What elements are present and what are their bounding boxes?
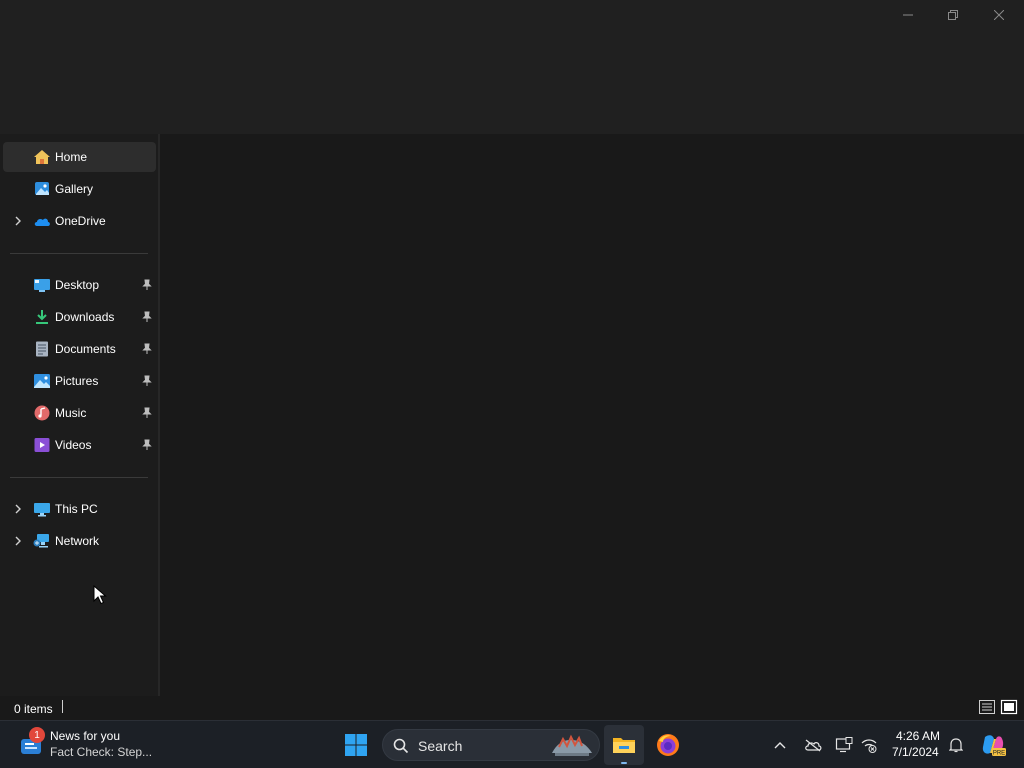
large-icons-view-icon[interactable] [1000, 699, 1018, 715]
news-subtitle: Fact Check: Step... [50, 745, 153, 759]
gallery-icon [35, 182, 49, 195]
sidebar-item-onedrive[interactable]: OneDrive [3, 206, 156, 236]
clock-time: 4:26 AM [896, 729, 941, 743]
file-explorer-icon [613, 738, 635, 753]
copilot-button[interactable]: PRE [974, 725, 1012, 765]
home-icon [34, 150, 50, 164]
sidebar-item-gallery[interactable]: Gallery [3, 174, 156, 204]
close-button[interactable] [976, 0, 1022, 30]
onedrive-offline-icon [805, 739, 822, 752]
navigation-pane: Home Gallery OneDrive Desktop Downloads [0, 134, 158, 696]
taskbar-search[interactable]: Search [382, 729, 600, 761]
news-title: News for you [50, 729, 121, 743]
notification-badge: 1 [29, 727, 45, 743]
firefox-icon [657, 734, 679, 756]
sidebar-item-label: Desktop [55, 278, 100, 292]
mouse-cursor-icon [93, 585, 107, 605]
search-label: Search [418, 738, 463, 754]
title-bar [0, 0, 1024, 134]
sidebar-item-label: This PC [55, 502, 98, 516]
pin-icon [142, 375, 152, 386]
search-highlight-icon [552, 734, 592, 756]
minimize-icon [903, 14, 913, 16]
bell-icon [949, 738, 963, 753]
desktop-icon [34, 279, 50, 292]
sidebar-item-pictures[interactable]: Pictures [3, 366, 156, 396]
pin-icon [142, 279, 152, 290]
status-bar: 0 items [0, 696, 1024, 720]
downloads-icon [36, 310, 48, 324]
file-explorer-window: Home Gallery OneDrive Desktop Downloads [0, 0, 1024, 720]
network-disconnected-icon [861, 739, 877, 753]
sidebar-item-label: Gallery [55, 182, 94, 196]
taskbar-clock[interactable]: 4:26 AM 7/1/2024 [884, 725, 946, 765]
news-widget[interactable]: 1 News for you Fact Check: Step... [14, 725, 164, 765]
network-icon [33, 534, 49, 548]
notification-center-button[interactable] [942, 725, 970, 765]
sidebar-item-label: Music [55, 406, 87, 420]
documents-icon [36, 341, 48, 357]
details-view-icon[interactable] [978, 699, 996, 715]
restore-icon [948, 10, 958, 20]
display-icon [835, 737, 853, 753]
sidebar-item-this-pc[interactable]: This PC [3, 494, 156, 524]
clock-date: 7/1/2024 [892, 745, 939, 759]
sidebar-item-label: Pictures [55, 374, 99, 388]
videos-icon [34, 438, 50, 452]
taskbar-file-explorer[interactable] [604, 725, 644, 765]
chevron-right-icon[interactable] [12, 535, 24, 547]
close-icon [994, 10, 1004, 20]
pin-icon [142, 343, 152, 354]
sidebar-item-network[interactable]: Network [3, 526, 156, 556]
taskbar-firefox[interactable] [648, 725, 688, 765]
item-count: 0 items [14, 702, 53, 716]
sidebar-item-label: Downloads [55, 310, 115, 324]
sidebar-item-label: OneDrive [55, 214, 106, 228]
pin-icon [142, 407, 152, 418]
minimize-button[interactable] [885, 0, 931, 30]
chevron-up-icon [774, 742, 786, 749]
chevron-right-icon[interactable] [12, 503, 24, 515]
restore-button[interactable] [930, 0, 976, 30]
sidebar-item-home[interactable]: Home [3, 142, 156, 172]
sidebar-item-downloads[interactable]: Downloads [3, 302, 156, 332]
copilot-icon: PRE [982, 735, 1006, 756]
tray-network[interactable] [854, 725, 884, 765]
sidebar-item-music[interactable]: Music [3, 398, 156, 428]
search-icon [393, 738, 409, 754]
pin-icon [142, 311, 152, 322]
sidebar-divider-1 [10, 253, 148, 254]
music-icon [34, 405, 50, 421]
tray-overflow-button[interactable] [765, 725, 795, 765]
badge-count: 1 [34, 729, 40, 741]
sidebar-item-label: Videos [55, 438, 92, 452]
pin-icon [142, 439, 152, 450]
tray-onedrive[interactable] [798, 725, 828, 765]
sidebar-item-documents[interactable]: Documents [3, 334, 156, 364]
chevron-right-icon[interactable] [12, 215, 24, 227]
active-indicator [621, 762, 627, 764]
this-pc-icon [34, 503, 50, 517]
start-icon [345, 734, 367, 756]
sidebar-item-label: Home [55, 150, 88, 164]
status-divider [62, 700, 63, 713]
copilot-badge: PRE [993, 750, 1005, 756]
file-list-view[interactable] [160, 134, 1024, 696]
sidebar-item-desktop[interactable]: Desktop [3, 270, 156, 300]
sidebar-divider-2 [10, 477, 148, 478]
sidebar-item-videos[interactable]: Videos [3, 430, 156, 460]
sidebar-item-label: Documents [55, 342, 116, 356]
taskbar: 1 News for you Fact Check: Step... Searc… [0, 720, 1024, 768]
start-button[interactable] [336, 725, 376, 765]
pictures-icon [34, 374, 50, 388]
onedrive-icon [34, 218, 50, 226]
sidebar-item-label: Network [55, 534, 100, 548]
